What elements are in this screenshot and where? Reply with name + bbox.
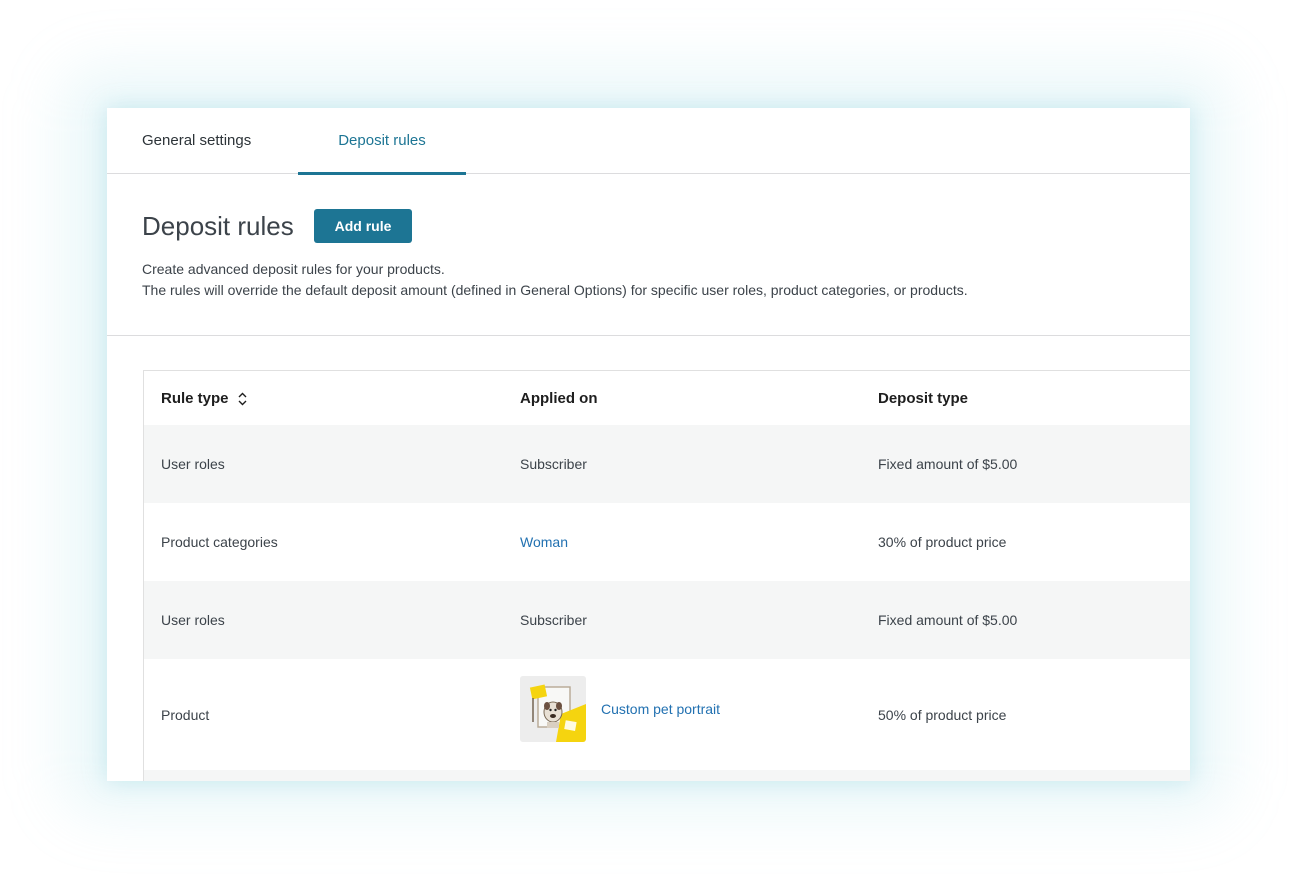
cell-rule-type: Product categories — [161, 534, 278, 550]
table-row[interactable]: Product Custom pet portrait 50% of produ… — [144, 659, 1190, 770]
category-link-woman[interactable]: Woman — [520, 534, 568, 550]
product-link-custom-pet-portrait[interactable]: Custom pet portrait — [601, 701, 720, 717]
table-row[interactable]: Product categories Woman 30% of product … — [144, 503, 1190, 581]
cell-rule-type: Product — [161, 706, 210, 723]
table-row[interactable]: User roles Subscriber Fixed amount of $5… — [144, 581, 1190, 659]
pet-portrait-thumbnail[interactable] — [520, 675, 586, 742]
table-row-partial — [144, 770, 1190, 781]
cell-deposit-type: 30% of product price — [878, 534, 1007, 550]
description-line-2: The rules will override the default depo… — [142, 282, 968, 298]
column-header-rule-type[interactable]: Rule type — [161, 371, 248, 426]
cell-rule-type: User roles — [161, 612, 225, 628]
add-rule-button[interactable]: Add rule — [314, 209, 412, 243]
page-title: Deposit rules — [142, 211, 294, 241]
table-row[interactable]: User roles Subscriber Fixed amount of $5… — [144, 425, 1190, 503]
table-header: Rule type Applied on Deposit type — [144, 371, 1190, 425]
cell-deposit-type: Fixed amount of $5.00 — [878, 456, 1018, 472]
page-header: Deposit rules Add rule Create advanced d… — [107, 174, 1190, 336]
cell-applied-on: Subscriber — [520, 612, 587, 628]
cell-rule-type: User roles — [161, 456, 225, 472]
description-line-1: Create advanced deposit rules for your p… — [142, 261, 445, 277]
column-header-applied-on: Applied on — [520, 390, 598, 407]
tab-deposit-rules[interactable]: Deposit rules — [298, 108, 466, 175]
column-header-deposit-type: Deposit type — [878, 390, 969, 407]
sort-icon[interactable] — [237, 392, 248, 406]
cell-applied-on: Custom pet portrait — [520, 653, 720, 764]
cell-applied-on: Subscriber — [520, 456, 587, 472]
tab-general-settings[interactable]: General settings — [142, 108, 251, 173]
column-label-rule-type: Rule type — [161, 390, 229, 407]
cell-applied-on: Woman — [520, 503, 568, 581]
tab-bar: General settings Deposit rules — [107, 108, 1190, 175]
settings-panel: General settings Deposit rules Deposit r… — [107, 108, 1190, 781]
page-description: Create advanced deposit rules for your p… — [142, 259, 968, 301]
rules-table: Rule type Applied on Deposit type User r… — [143, 370, 1190, 781]
cell-deposit-type: Fixed amount of $5.00 — [878, 612, 1018, 628]
cell-deposit-type: 50% of product price — [878, 706, 1007, 723]
